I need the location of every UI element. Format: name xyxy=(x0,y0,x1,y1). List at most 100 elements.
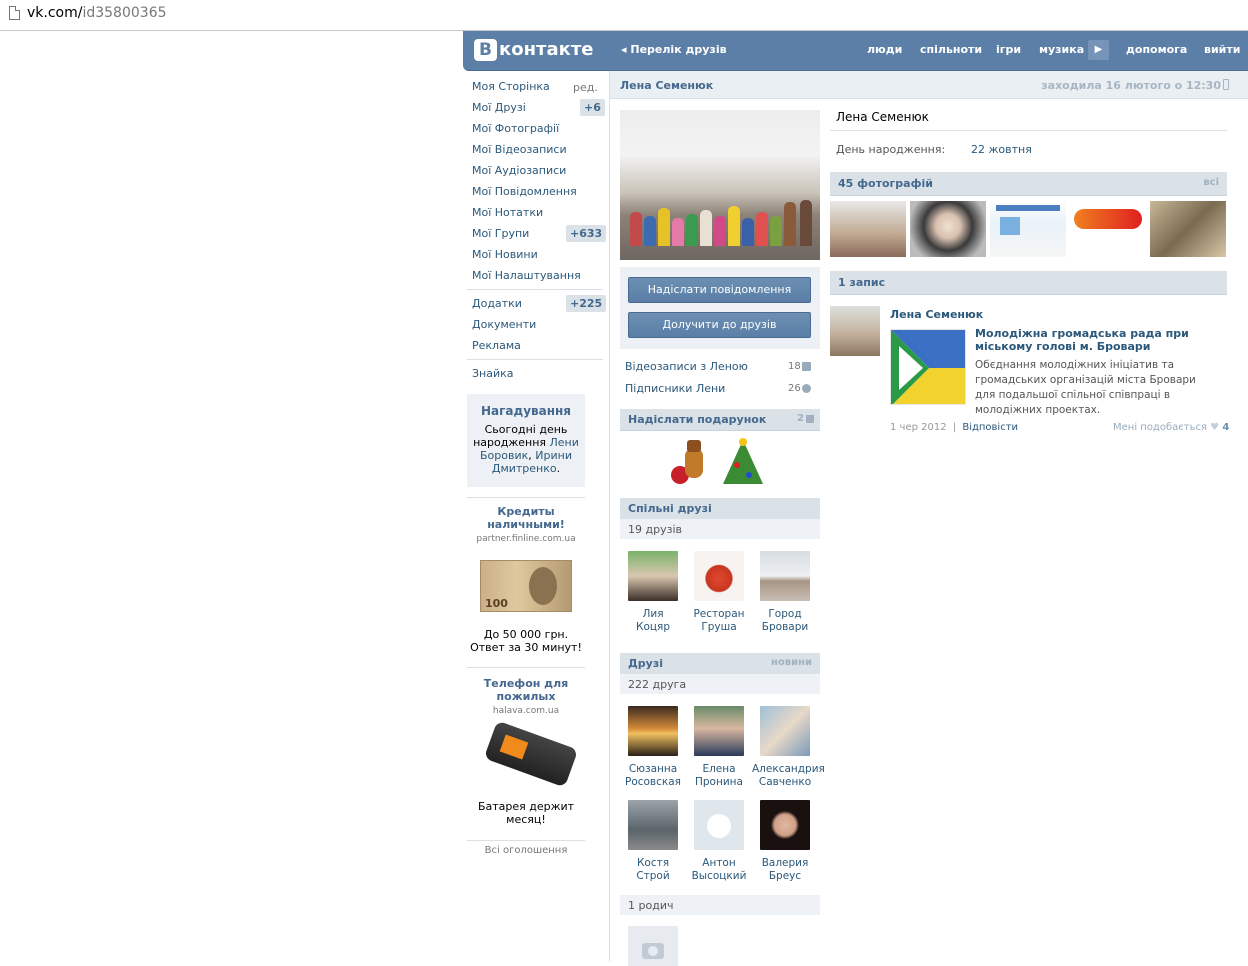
followers-icon xyxy=(802,384,811,393)
apps-badge[interactable]: +225 xyxy=(566,295,607,312)
friend-card[interactable]: Валерия Бреус xyxy=(752,800,818,883)
photos-title[interactable]: 45 фотографій xyxy=(838,177,933,190)
photos-header[interactable]: 45 фотографій всі xyxy=(830,172,1227,196)
mobile-icon xyxy=(1223,79,1229,90)
sidebar-item-messages[interactable]: Мої Повідомлення xyxy=(472,181,577,202)
vk-logo[interactable]: Вконтакте xyxy=(474,39,593,61)
profile-photo[interactable] xyxy=(620,110,820,260)
post-author-name[interactable]: Лена Семенюк xyxy=(890,308,983,321)
photos-all-link[interactable]: всі xyxy=(1203,177,1219,188)
reply-link[interactable]: Відповісти xyxy=(962,422,1018,433)
friend-avatar[interactable] xyxy=(760,706,810,756)
birthday-value[interactable]: 22 жовтня xyxy=(971,143,1032,156)
send-message-button[interactable]: Надіслати повідомлення xyxy=(628,277,811,303)
friend-avatar[interactable] xyxy=(694,551,744,601)
sidebar-item-settings[interactable]: Мої Налаштування xyxy=(472,265,581,286)
friend-card[interactable]: Александрия Савченко xyxy=(752,706,825,789)
gift-section-header[interactable]: Надіслати подарунок 2 xyxy=(620,409,820,431)
photo-thumbnail[interactable] xyxy=(910,201,986,257)
ad-title[interactable]: Телефон для пожилых xyxy=(467,677,585,703)
sidebar-item-news[interactable]: Мої Новини xyxy=(472,244,538,265)
friend-name[interactable]: Костя Строй xyxy=(620,857,686,883)
friend-name[interactable]: Елена Пронина xyxy=(686,763,752,789)
friend-card[interactable]: Сюзанна Росовская xyxy=(620,706,686,789)
groups-badge[interactable]: +633 xyxy=(566,225,607,242)
gift-reindeer-image[interactable] xyxy=(669,438,714,488)
gift-tree-image[interactable] xyxy=(720,438,765,488)
post-separator: | xyxy=(952,422,957,433)
post-author-avatar[interactable] xyxy=(830,306,880,356)
add-friend-button[interactable]: Долучити до друзів xyxy=(628,312,811,338)
videos-link[interactable]: Відеозаписи з Леною xyxy=(625,360,748,373)
sidebar-item-audio[interactable]: Мої Аудіозаписи xyxy=(472,160,566,181)
friend-card[interactable]: Ресторан Груша xyxy=(686,551,752,634)
sidebar-item-notes[interactable]: Мої Нотатки xyxy=(472,202,543,223)
deactivated-dog-icon[interactable] xyxy=(694,800,744,850)
phone-image[interactable] xyxy=(480,720,579,788)
friends-news-link[interactable]: новини xyxy=(771,657,812,668)
photo-thumbnail[interactable] xyxy=(1150,201,1226,257)
friend-avatar[interactable] xyxy=(628,551,678,601)
friends-list-back-link[interactable]: ◂ Перелік друзів xyxy=(621,43,727,56)
nav-logout[interactable]: вийти xyxy=(1204,43,1240,56)
friends-title[interactable]: Друзі xyxy=(628,657,663,670)
friend-name[interactable]: Александрия Савченко xyxy=(752,763,825,789)
sidebar-item-ads[interactable]: Реклама xyxy=(472,335,521,356)
friend-card[interactable]: Антон Высоцкий xyxy=(686,800,752,883)
sidebar-item-apps[interactable]: Додатки xyxy=(472,293,522,314)
all-ads-link[interactable]: Всі оголошення xyxy=(467,845,585,856)
friend-name[interactable]: Лия Коцяр xyxy=(620,608,686,634)
friend-avatar[interactable] xyxy=(760,800,810,850)
send-gift-link[interactable]: Надіслати подарунок xyxy=(628,413,766,426)
post-date[interactable]: 1 чер 2012 xyxy=(890,422,947,433)
like-button[interactable]: Мені подобається ♥ 4 xyxy=(1113,422,1229,433)
sidebar-item-groups[interactable]: Мої Групи xyxy=(472,223,529,244)
banknote-image[interactable]: 100 xyxy=(480,560,572,612)
nav-music[interactable]: музика xyxy=(1039,43,1084,56)
friend-card[interactable]: Костя Строй xyxy=(620,800,686,883)
url-text[interactable]: vk.com/id35800365 xyxy=(27,5,167,21)
camera-icon[interactable] xyxy=(628,926,678,966)
photo-thumbnail[interactable] xyxy=(830,201,906,257)
friend-avatar[interactable] xyxy=(628,706,678,756)
sidebar-item-documents[interactable]: Документи xyxy=(472,314,536,335)
nav-people[interactable]: люди xyxy=(867,43,902,56)
play-icon[interactable]: ▶ xyxy=(1088,40,1109,60)
ad-divider xyxy=(467,497,585,498)
address-bar[interactable]: vk.com/id35800365 xyxy=(0,0,1248,31)
friends-header[interactable]: Друзі новини xyxy=(620,653,820,675)
photo-thumbnail[interactable] xyxy=(990,201,1066,257)
common-friends-title[interactable]: Спільні друзі xyxy=(628,502,712,515)
friend-avatar[interactable] xyxy=(694,706,744,756)
friend-card[interactable]: Лия Коцяр xyxy=(620,551,686,634)
sidebar-item-znayka[interactable]: Знайка xyxy=(472,363,514,384)
nav-help[interactable]: допомога xyxy=(1126,43,1187,56)
followers-link[interactable]: Підписники Лени xyxy=(625,382,725,395)
friend-avatar[interactable] xyxy=(628,800,678,850)
friend-name[interactable]: Валерия Бреус xyxy=(752,857,818,883)
friend-name[interactable]: Сюзанна Росовская xyxy=(620,763,686,789)
friend-name[interactable]: Город Бровари xyxy=(752,608,818,634)
post-attachment-image[interactable] xyxy=(890,329,966,405)
ad-title[interactable]: Кредиты наличными! xyxy=(467,505,585,531)
friend-avatar[interactable] xyxy=(760,551,810,601)
nav-communities[interactable]: спільноти xyxy=(920,43,982,56)
sidebar-item-photos[interactable]: Мої Фотографії xyxy=(472,118,559,139)
common-friends-header[interactable]: Спільні друзі xyxy=(620,498,820,520)
friend-card[interactable]: Город Бровари xyxy=(752,551,818,634)
ad-credit[interactable]: Кредиты наличными! partner.finline.com.u… xyxy=(467,505,585,654)
friend-name[interactable]: Ресторан Груша xyxy=(686,608,752,634)
sidebar-item-videos[interactable]: Мої Відеозаписи xyxy=(472,139,567,160)
friends-badge[interactable]: +6 xyxy=(580,99,605,116)
sidebar-item-my-page[interactable]: Моя Сторінка xyxy=(472,76,550,97)
photo-thumbnail[interactable] xyxy=(1070,201,1146,257)
ad-domain: partner.finline.com.ua xyxy=(476,534,576,544)
ad-phone[interactable]: Телефон для пожилых halava.com.ua Батаре… xyxy=(467,677,585,826)
friend-card[interactable]: Елена Пронина xyxy=(686,706,752,789)
friend-name[interactable]: Антон Высоцкий xyxy=(686,857,752,883)
reminder-text: Сьогодні день народження Лени Боровик, И… xyxy=(473,423,579,475)
sidebar-item-friends[interactable]: Мої Друзі xyxy=(472,97,526,118)
edit-link[interactable]: ред. xyxy=(573,81,598,94)
post-title-link[interactable]: Молодіжна громадська рада при міському г… xyxy=(975,327,1195,353)
nav-games[interactable]: ігри xyxy=(996,43,1021,56)
